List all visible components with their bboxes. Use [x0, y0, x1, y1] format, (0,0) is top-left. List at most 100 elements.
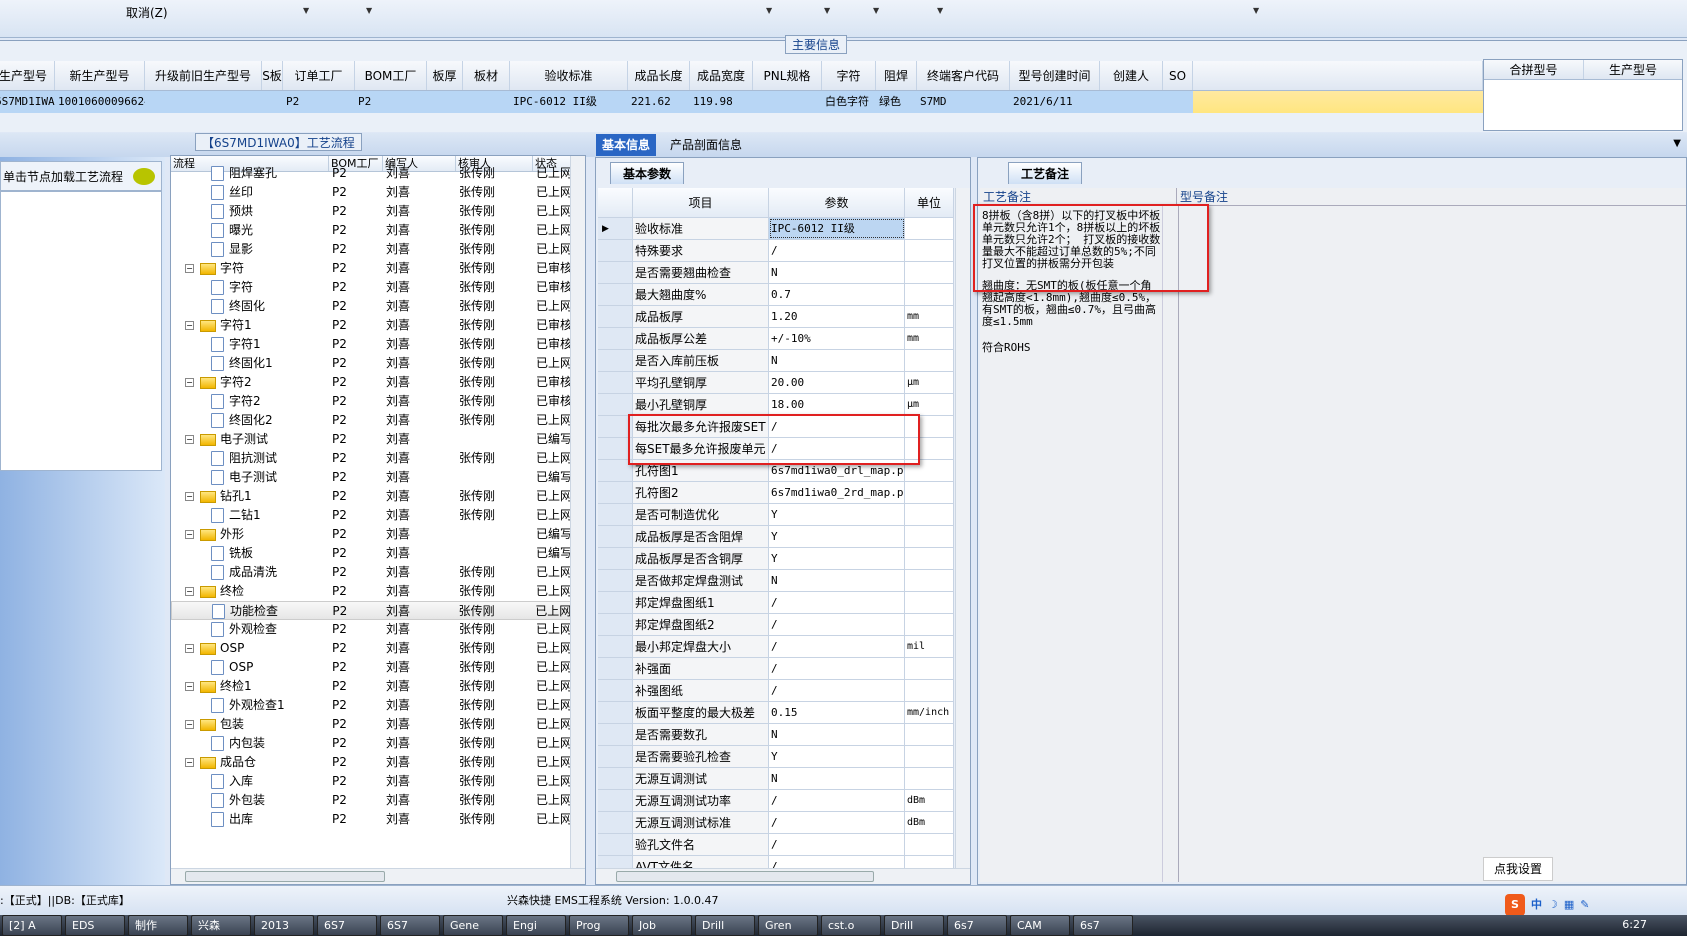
dropdown-arrow-icon[interactable]: ▼ [303, 6, 309, 15]
tree-row[interactable]: − OSP P2 刘喜 张传刚 已上网 [171, 639, 571, 658]
param-value[interactable]: / [769, 856, 905, 868]
row-header[interactable] [598, 284, 633, 305]
notes-scrollbar[interactable] [1162, 206, 1177, 882]
table-cell[interactable] [1100, 91, 1163, 113]
param-row[interactable]: 成品板厚是否含铜厚 Y [598, 548, 954, 570]
table-cell[interactable] [145, 91, 262, 113]
taskbar-item[interactable]: 2013 [254, 915, 314, 936]
param-row[interactable]: 补强图纸 / [598, 680, 954, 702]
tree-row[interactable]: 外观检查 P2 刘喜 张传刚 已上网 [171, 620, 571, 639]
param-row[interactable]: 特殊要求 / [598, 240, 954, 262]
tree-node[interactable]: − 成品仓 [171, 753, 329, 772]
tree-node[interactable]: 内包装 [171, 734, 329, 753]
param-row[interactable]: 成品板厚 1.20 mm [598, 306, 954, 328]
row-header[interactable]: ▶ [598, 218, 633, 239]
tab-process-notes[interactable]: 工艺备注 [1008, 162, 1083, 184]
table-cell[interactable]: 221.62 [628, 91, 690, 113]
column-header[interactable]: 单位 [905, 188, 954, 217]
dropdown-arrow-icon[interactable]: ▼ [1253, 6, 1259, 15]
table-cell[interactable]: 119.98 [690, 91, 753, 113]
collapse-toggle-icon[interactable]: − [185, 720, 194, 729]
param-row[interactable]: 邦定焊盘图纸2/ [598, 614, 954, 636]
taskbar-item[interactable]: 兴森 [191, 915, 251, 936]
column-header[interactable]: PNL规格 [753, 61, 822, 90]
tree-row[interactable]: − 成品仓 P2 刘喜 张传刚 已上网 [171, 753, 571, 772]
row-header[interactable] [598, 482, 633, 503]
taskbar-item[interactable]: EDS [65, 915, 125, 936]
collapse-toggle-icon[interactable]: − [185, 492, 194, 501]
row-header[interactable] [598, 856, 633, 868]
tree-row[interactable]: 二钻1 P2 刘喜 张传刚 已上网 [171, 506, 571, 525]
column-header[interactable]: 订单工厂 [283, 61, 355, 90]
collapse-toggle-icon[interactable]: − [185, 321, 194, 330]
column-header[interactable]: 生产型号 [0, 61, 55, 90]
tree-row[interactable]: 内包装 P2 刘喜 张传刚 已上网 [171, 734, 571, 753]
tree-row[interactable]: − 字符 P2 刘喜 张传刚 已审核 [171, 259, 571, 278]
param-row[interactable]: 最小邦定焊盘大小 / mil [598, 636, 954, 658]
column-header[interactable]: 新生产型号 [55, 61, 145, 90]
tree-node[interactable]: 字符2 [171, 392, 329, 411]
tree-node[interactable]: − 钻孔1 [171, 487, 329, 506]
column-header[interactable]: 板材 [463, 61, 510, 90]
tree-node[interactable]: 阻焊塞孔 [171, 164, 329, 183]
tree-node[interactable]: 曝光 [171, 221, 329, 240]
tree-node[interactable]: 显影 [171, 240, 329, 259]
taskbar-item[interactable]: Engi [506, 915, 566, 936]
taskbar-item[interactable]: 制作 [128, 915, 188, 936]
tree-node[interactable]: 预烘 [171, 202, 329, 221]
param-value[interactable]: / [769, 592, 905, 613]
tree-node[interactable]: − OSP [171, 639, 329, 658]
column-header[interactable]: 参数 [769, 188, 905, 217]
column-header[interactable]: 成品长度 [628, 61, 690, 90]
tree-row[interactable]: 出库 P2 刘喜 张传刚 已上网 [171, 810, 571, 829]
tree-horizontal-scrollbar[interactable] [171, 868, 585, 884]
tab-basic-info[interactable]: 基本信息 [596, 134, 657, 156]
param-row[interactable]: 是否需要数孔 N [598, 724, 954, 746]
params-vertical-scrollbar[interactable] [955, 188, 970, 868]
tree-row[interactable]: 成品清洗 P2 刘喜 张传刚 已上网 [171, 563, 571, 582]
table-cell[interactable]: P2 [355, 91, 427, 113]
collapse-toggle-icon[interactable]: − [185, 644, 194, 653]
collapse-toggle-icon[interactable]: − [185, 435, 194, 444]
tab-product-profile[interactable]: 产品剖面信息 [664, 134, 748, 156]
column-header[interactable]: SO [1163, 61, 1193, 90]
row-header[interactable] [598, 262, 633, 283]
param-value[interactable]: N [769, 724, 905, 745]
param-value[interactable]: / [769, 812, 905, 833]
collapse-toggle-icon[interactable]: − [185, 682, 194, 691]
tree-row[interactable]: − 包装 P2 刘喜 张传刚 已上网 [171, 715, 571, 734]
column-header[interactable] [1193, 61, 1483, 90]
taskbar-item[interactable]: Gene [443, 915, 503, 936]
tree-row[interactable]: − 钻孔1 P2 刘喜 张传刚 已上网 [171, 487, 571, 506]
param-row[interactable]: 补强面 / [598, 658, 954, 680]
table-cell[interactable]: S7MD [917, 91, 1010, 113]
tree-node[interactable]: 外包装 [171, 791, 329, 810]
params-horizontal-scrollbar[interactable] [596, 868, 970, 884]
tree-row[interactable]: − 字符2 P2 刘喜 张传刚 已审核 [171, 373, 571, 392]
taskbar-item[interactable]: Prog [569, 915, 629, 936]
dropdown-arrow-icon[interactable]: ▼ [873, 6, 879, 15]
param-value[interactable]: 18.00 [769, 394, 905, 415]
row-header[interactable] [598, 658, 633, 679]
tree-row[interactable]: 丝印 P2 刘喜 张传刚 已上网 [171, 183, 571, 202]
tree-row[interactable]: 外包装 P2 刘喜 张传刚 已上网 [171, 791, 571, 810]
row-header[interactable] [598, 702, 633, 723]
param-value[interactable]: / [769, 680, 905, 701]
row-header[interactable] [598, 350, 633, 371]
table-cell[interactable] [262, 91, 283, 113]
tree-row[interactable]: 曝光 P2 刘喜 张传刚 已上网 [171, 221, 571, 240]
table-cell[interactable] [1163, 91, 1193, 113]
tree-row[interactable]: 功能检查 P2 刘喜 张传刚 已上网 [171, 601, 571, 620]
row-header[interactable] [598, 240, 633, 261]
column-header[interactable]: 字符 [822, 61, 876, 90]
tree-node[interactable]: 终固化 [171, 297, 329, 316]
taskbar-item[interactable]: 6S7 [317, 915, 377, 936]
param-value[interactable]: 1.20 [769, 306, 905, 327]
param-row[interactable]: 孔符图2 6s7md1iwa0_2rd_map.pdf [598, 482, 954, 504]
tree-row[interactable]: − 终检 P2 刘喜 张传刚 已上网 [171, 582, 571, 601]
tree-row[interactable]: 字符2 P2 刘喜 张传刚 已审核 [171, 392, 571, 411]
column-header[interactable]: 升级前旧生产型号 [145, 61, 262, 90]
tree-node[interactable]: 电子测试 [171, 468, 329, 487]
tree-row[interactable]: − 外形 P2 刘喜 已编写 [171, 525, 571, 544]
param-row[interactable]: 成品板厚是否含阻焊 Y [598, 526, 954, 548]
